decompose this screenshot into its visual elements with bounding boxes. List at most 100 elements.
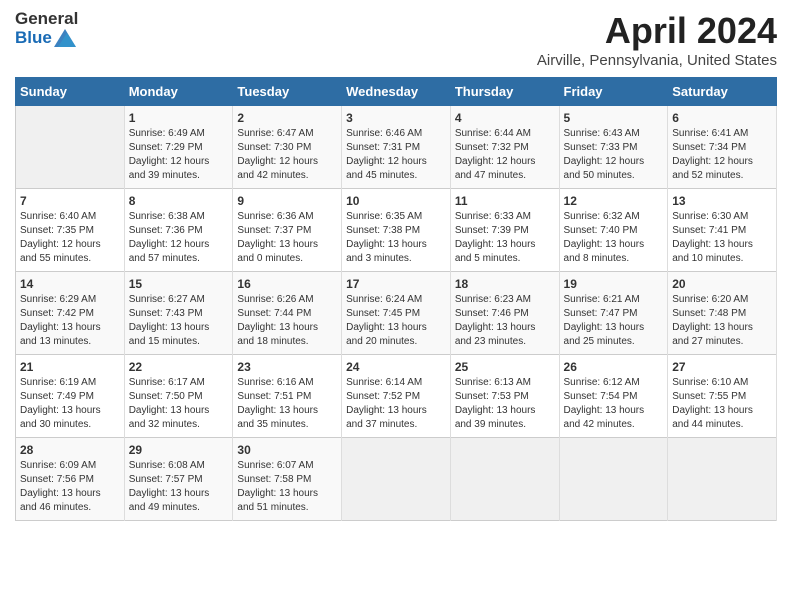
day-info: Sunrise: 6:27 AMSunset: 7:43 PMDaylight:… bbox=[129, 293, 229, 349]
day-number: 14 bbox=[20, 277, 120, 291]
calendar-cell bbox=[16, 106, 125, 189]
day-number: 16 bbox=[237, 277, 337, 291]
calendar-cell: 9Sunrise: 6:36 AMSunset: 7:37 PMDaylight… bbox=[233, 189, 342, 272]
day-number: 13 bbox=[672, 194, 772, 208]
day-info: Sunrise: 6:24 AMSunset: 7:45 PMDaylight:… bbox=[346, 293, 446, 349]
day-info: Sunrise: 6:17 AMSunset: 7:50 PMDaylight:… bbox=[129, 376, 229, 432]
day-info: Sunrise: 6:21 AMSunset: 7:47 PMDaylight:… bbox=[564, 293, 664, 349]
calendar-cell bbox=[342, 438, 451, 521]
calendar-cell: 4Sunrise: 6:44 AMSunset: 7:32 PMDaylight… bbox=[450, 106, 559, 189]
calendar-cell: 28 Sunrise: 6:09 AMSunset: 7:56 PMDayligh… bbox=[16, 438, 125, 521]
calendar-cell: 10Sunrise: 6:35 AMSunset: 7:38 PMDayligh… bbox=[342, 189, 451, 272]
day-info: Sunrise: 6:19 AMSunset: 7:49 PMDaylight:… bbox=[20, 376, 120, 432]
day-info: Sunrise: 6:35 AMSunset: 7:38 PMDaylight:… bbox=[346, 210, 446, 266]
day-info: Sunrise: 6:43 AMSunset: 7:33 PMDaylight:… bbox=[564, 127, 664, 183]
calendar-cell: 14 Sunrise: 6:29 AMSunset: 7:42 PMDayligh… bbox=[16, 272, 125, 355]
calendar-cell: 3 Sunrise: 6:46 AMSunset: 7:31 PMDaylight… bbox=[342, 106, 451, 189]
calendar-cell: 29Sunrise: 6:08 AMSunset: 7:57 PMDayligh… bbox=[124, 438, 233, 521]
day-header-monday: Monday bbox=[124, 78, 233, 106]
calendar-week-row: 28 Sunrise: 6:09 AMSunset: 7:56 PMDayligh… bbox=[16, 438, 777, 521]
day-number: 28 bbox=[20, 443, 120, 457]
day-number: 11 bbox=[455, 194, 555, 208]
day-info: Sunrise: 6:47 AMSunset: 7:30 PMDaylight:… bbox=[237, 127, 337, 183]
day-number: 7 bbox=[20, 194, 120, 208]
day-number: 2 bbox=[237, 111, 337, 125]
day-info: Sunrise: 6:33 AMSunset: 7:39 PMDaylight:… bbox=[455, 210, 555, 266]
day-info: Sunrise: 6:46 AMSunset: 7:31 PMDaylight:… bbox=[346, 127, 446, 183]
calendar-week-row: 1Sunrise: 6:49 AMSunset: 7:29 PMDaylight… bbox=[16, 106, 777, 189]
calendar-week-row: 14 Sunrise: 6:29 AMSunset: 7:42 PMDayligh… bbox=[16, 272, 777, 355]
calendar-cell: 20 Sunrise: 6:20 AMSunset: 7:48 PMDayligh… bbox=[668, 272, 777, 355]
calendar-cell: 18 Sunrise: 6:23 AMSunset: 7:46 PMDayligh… bbox=[450, 272, 559, 355]
day-header-thursday: Thursday bbox=[450, 78, 559, 106]
calendar-cell bbox=[450, 438, 559, 521]
title-area: April 2024 Airville, Pennsylvania, Unite… bbox=[537, 10, 777, 69]
day-number: 15 bbox=[129, 277, 229, 291]
day-number: 24 bbox=[346, 360, 446, 374]
calendar-cell: 24 Sunrise: 6:14 AMSunset: 7:52 PMDayligh… bbox=[342, 355, 451, 438]
calendar-cell: 2 Sunrise: 6:47 AMSunset: 7:30 PMDaylight… bbox=[233, 106, 342, 189]
day-number: 8 bbox=[129, 194, 229, 208]
day-info: Sunrise: 6:23 AMSunset: 7:46 PMDaylight:… bbox=[455, 293, 555, 349]
logo-blue: Blue bbox=[15, 29, 52, 48]
calendar-cell: 19 Sunrise: 6:21 AMSunset: 7:47 PMDayligh… bbox=[559, 272, 668, 355]
day-header-tuesday: Tuesday bbox=[233, 78, 342, 106]
calendar-week-row: 7 Sunrise: 6:40 AMSunset: 7:35 PMDaylight… bbox=[16, 189, 777, 272]
day-header-friday: Friday bbox=[559, 78, 668, 106]
day-number: 18 bbox=[455, 277, 555, 291]
logo-icon bbox=[54, 29, 76, 47]
day-header-wednesday: Wednesday bbox=[342, 78, 451, 106]
logo: General Blue bbox=[15, 10, 78, 47]
calendar-cell bbox=[668, 438, 777, 521]
calendar-table: SundayMondayTuesdayWednesdayThursdayFrid… bbox=[15, 77, 777, 521]
calendar-cell: 15 Sunrise: 6:27 AMSunset: 7:43 PMDayligh… bbox=[124, 272, 233, 355]
day-number: 17 bbox=[346, 277, 446, 291]
day-info: Sunrise: 6:26 AMSunset: 7:44 PMDaylight:… bbox=[237, 293, 337, 349]
day-info: Sunrise: 6:20 AMSunset: 7:48 PMDaylight:… bbox=[672, 293, 772, 349]
day-info: Sunrise: 6:38 AMSunset: 7:36 PMDaylight:… bbox=[129, 210, 229, 266]
calendar-cell: 27Sunrise: 6:10 AMSunset: 7:55 PMDayligh… bbox=[668, 355, 777, 438]
calendar-cell: 11 Sunrise: 6:33 AMSunset: 7:39 PMDayligh… bbox=[450, 189, 559, 272]
day-info: Sunrise: 6:08 AMSunset: 7:57 PMDaylight:… bbox=[129, 459, 229, 515]
day-number: 12 bbox=[564, 194, 664, 208]
day-number: 20 bbox=[672, 277, 772, 291]
day-info: Sunrise: 6:49 AMSunset: 7:29 PMDaylight:… bbox=[129, 127, 229, 183]
day-info: Sunrise: 6:10 AMSunset: 7:55 PMDaylight:… bbox=[672, 376, 772, 432]
day-number: 3 bbox=[346, 111, 446, 125]
month-title: April 2024 bbox=[537, 10, 777, 52]
header: General Blue April 2024 Airville, Pennsy… bbox=[15, 10, 777, 69]
calendar-cell: 7 Sunrise: 6:40 AMSunset: 7:35 PMDaylight… bbox=[16, 189, 125, 272]
day-number: 25 bbox=[455, 360, 555, 374]
day-header-sunday: Sunday bbox=[16, 78, 125, 106]
day-info: Sunrise: 6:12 AMSunset: 7:54 PMDaylight:… bbox=[564, 376, 664, 432]
calendar-cell: 21 Sunrise: 6:19 AMSunset: 7:49 PMDayligh… bbox=[16, 355, 125, 438]
day-info: Sunrise: 6:16 AMSunset: 7:51 PMDaylight:… bbox=[237, 376, 337, 432]
day-info: Sunrise: 6:29 AMSunset: 7:42 PMDaylight:… bbox=[20, 293, 120, 349]
day-header-saturday: Saturday bbox=[668, 78, 777, 106]
calendar-cell: 6 Sunrise: 6:41 AMSunset: 7:34 PMDaylight… bbox=[668, 106, 777, 189]
day-number: 23 bbox=[237, 360, 337, 374]
day-number: 26 bbox=[564, 360, 664, 374]
day-number: 22 bbox=[129, 360, 229, 374]
day-info: Sunrise: 6:09 AMSunset: 7:56 PMDaylight:… bbox=[20, 459, 120, 515]
calendar-cell: 13 Sunrise: 6:30 AMSunset: 7:41 PMDayligh… bbox=[668, 189, 777, 272]
day-info: Sunrise: 6:14 AMSunset: 7:52 PMDaylight:… bbox=[346, 376, 446, 432]
day-number: 30 bbox=[237, 443, 337, 457]
day-info: Sunrise: 6:41 AMSunset: 7:34 PMDaylight:… bbox=[672, 127, 772, 183]
calendar-cell bbox=[559, 438, 668, 521]
calendar-cell: 12Sunrise: 6:32 AMSunset: 7:40 PMDayligh… bbox=[559, 189, 668, 272]
calendar-cell: 1Sunrise: 6:49 AMSunset: 7:29 PMDaylight… bbox=[124, 106, 233, 189]
day-number: 21 bbox=[20, 360, 120, 374]
day-info: Sunrise: 6:30 AMSunset: 7:41 PMDaylight:… bbox=[672, 210, 772, 266]
day-number: 6 bbox=[672, 111, 772, 125]
logo-general: General bbox=[15, 10, 78, 29]
day-info: Sunrise: 6:40 AMSunset: 7:35 PMDaylight:… bbox=[20, 210, 120, 266]
calendar-cell: 26 Sunrise: 6:12 AMSunset: 7:54 PMDayligh… bbox=[559, 355, 668, 438]
calendar-cell: 22 Sunrise: 6:17 AMSunset: 7:50 PMDayligh… bbox=[124, 355, 233, 438]
calendar-cell: 17 Sunrise: 6:24 AMSunset: 7:45 PMDayligh… bbox=[342, 272, 451, 355]
day-number: 4 bbox=[455, 111, 555, 125]
day-info: Sunrise: 6:13 AMSunset: 7:53 PMDaylight:… bbox=[455, 376, 555, 432]
calendar-cell: 30Sunrise: 6:07 AMSunset: 7:58 PMDayligh… bbox=[233, 438, 342, 521]
day-number: 9 bbox=[237, 194, 337, 208]
day-number: 19 bbox=[564, 277, 664, 291]
